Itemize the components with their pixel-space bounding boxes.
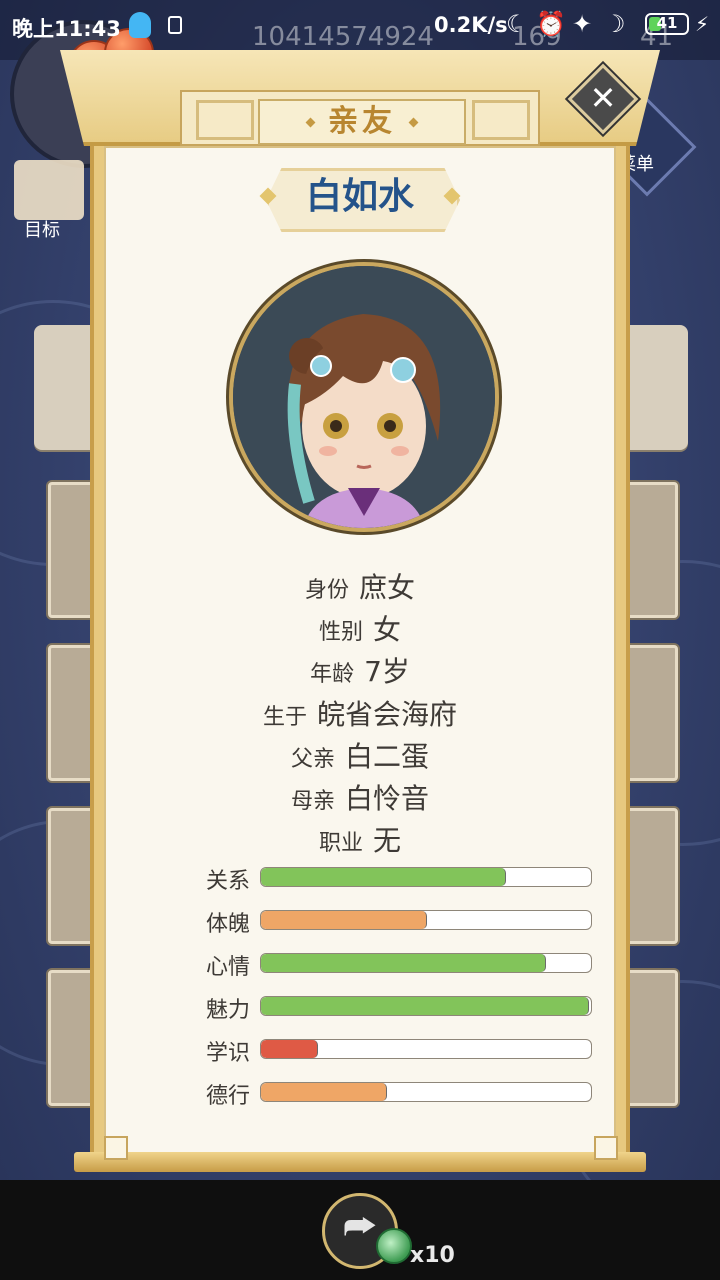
profile-key: 母亲 (290, 789, 335, 814)
profile-value: 白二蛋 (345, 740, 430, 773)
battery-icon: 41 (645, 13, 689, 35)
profile-value: 无 (373, 824, 402, 857)
profile-row-mother: 母亲 白怜音 (104, 777, 616, 817)
charging-icon: ⚡ (695, 12, 710, 36)
qq-icon (129, 12, 151, 38)
stat-label-virtue: 德行 (206, 1084, 251, 1109)
stat-bar-relationship (260, 867, 592, 887)
night-icon: ☽ (604, 10, 626, 38)
profile-row-gender: 性别女 (104, 608, 616, 648)
character-portrait (229, 262, 499, 532)
profile-key: 身份 (304, 578, 349, 603)
stat-label-relationship: 关系 (206, 869, 251, 894)
status-time: 晚上11:43 (12, 17, 121, 41)
weather-icon: ✦ (572, 10, 593, 38)
stat-fill (261, 911, 427, 929)
profile-value: 皖省会海府 (317, 698, 458, 731)
stat-fill (261, 954, 546, 972)
profile-key: 性别 (318, 620, 363, 645)
alarm-icon: ⏰ (536, 10, 566, 38)
stat-fill (261, 1040, 319, 1058)
profile-value: 庶女 (359, 571, 416, 604)
profile-value: 女 (373, 613, 402, 646)
scroll-bottom-rod (74, 1152, 646, 1172)
close-icon[interactable]: ✕ (581, 77, 625, 121)
stat-fill (261, 997, 589, 1015)
stat-bar-virtue (260, 1082, 592, 1102)
corner-ornament (594, 1136, 618, 1160)
ornament-diamond (408, 117, 419, 128)
battery-percent: 41 (656, 14, 678, 32)
notification-icon (168, 16, 182, 34)
panel-title: 亲友 (258, 99, 466, 145)
ornament-diamond (305, 117, 316, 128)
profile-row-father: 父亲 白二蛋 (104, 735, 616, 775)
panel-title-text: 亲友 (328, 104, 396, 139)
profile-key: 年龄 (310, 662, 355, 687)
header-ornament (472, 100, 530, 140)
stat-fill (261, 868, 507, 886)
stat-label-knowledge: 学识 (206, 1041, 251, 1066)
header-ornament (196, 100, 254, 140)
stat-label-mood: 心情 (206, 955, 251, 980)
status-bar: 晚上11:43 0.2K/s ☾ ⏰ ✦ ☽ 41 ⚡ (0, 0, 720, 50)
network-speed: 0.2K/s (434, 13, 508, 37)
stat-label-charm: 魅力 (206, 998, 251, 1023)
profile-row-occupation: 职业无 (104, 819, 616, 859)
stat-bar-knowledge (260, 1039, 592, 1059)
stat-bar-charm (260, 996, 592, 1016)
stat-bar-physique (260, 910, 592, 930)
profile-row-status: 身份 庶女 (104, 566, 616, 606)
character-illustration (233, 266, 495, 528)
stat-label-physique: 体魄 (206, 912, 251, 937)
corner-ornament (104, 1136, 128, 1160)
profile-value: 白怜音 (345, 782, 430, 815)
profile-key: 职业 (318, 831, 363, 856)
profile-row-birthplace: 生于 皖省会海府 (104, 693, 616, 733)
goal-label[interactable]: 目标 (24, 216, 60, 242)
stat-fill (261, 1083, 388, 1101)
coin-icon (376, 1228, 412, 1264)
stat-bar-mood (260, 953, 592, 973)
goal-icon[interactable] (14, 160, 84, 220)
profile-value: 7岁 (364, 655, 410, 688)
moon-icon: ☾ (506, 10, 528, 38)
character-name: 白如水 (305, 176, 414, 217)
profile-key: 父亲 (290, 747, 335, 772)
profile-row-age: 年龄 7岁 (104, 650, 616, 690)
reward-count: x10 (410, 1243, 455, 1268)
profile-key: 生于 (262, 705, 307, 730)
